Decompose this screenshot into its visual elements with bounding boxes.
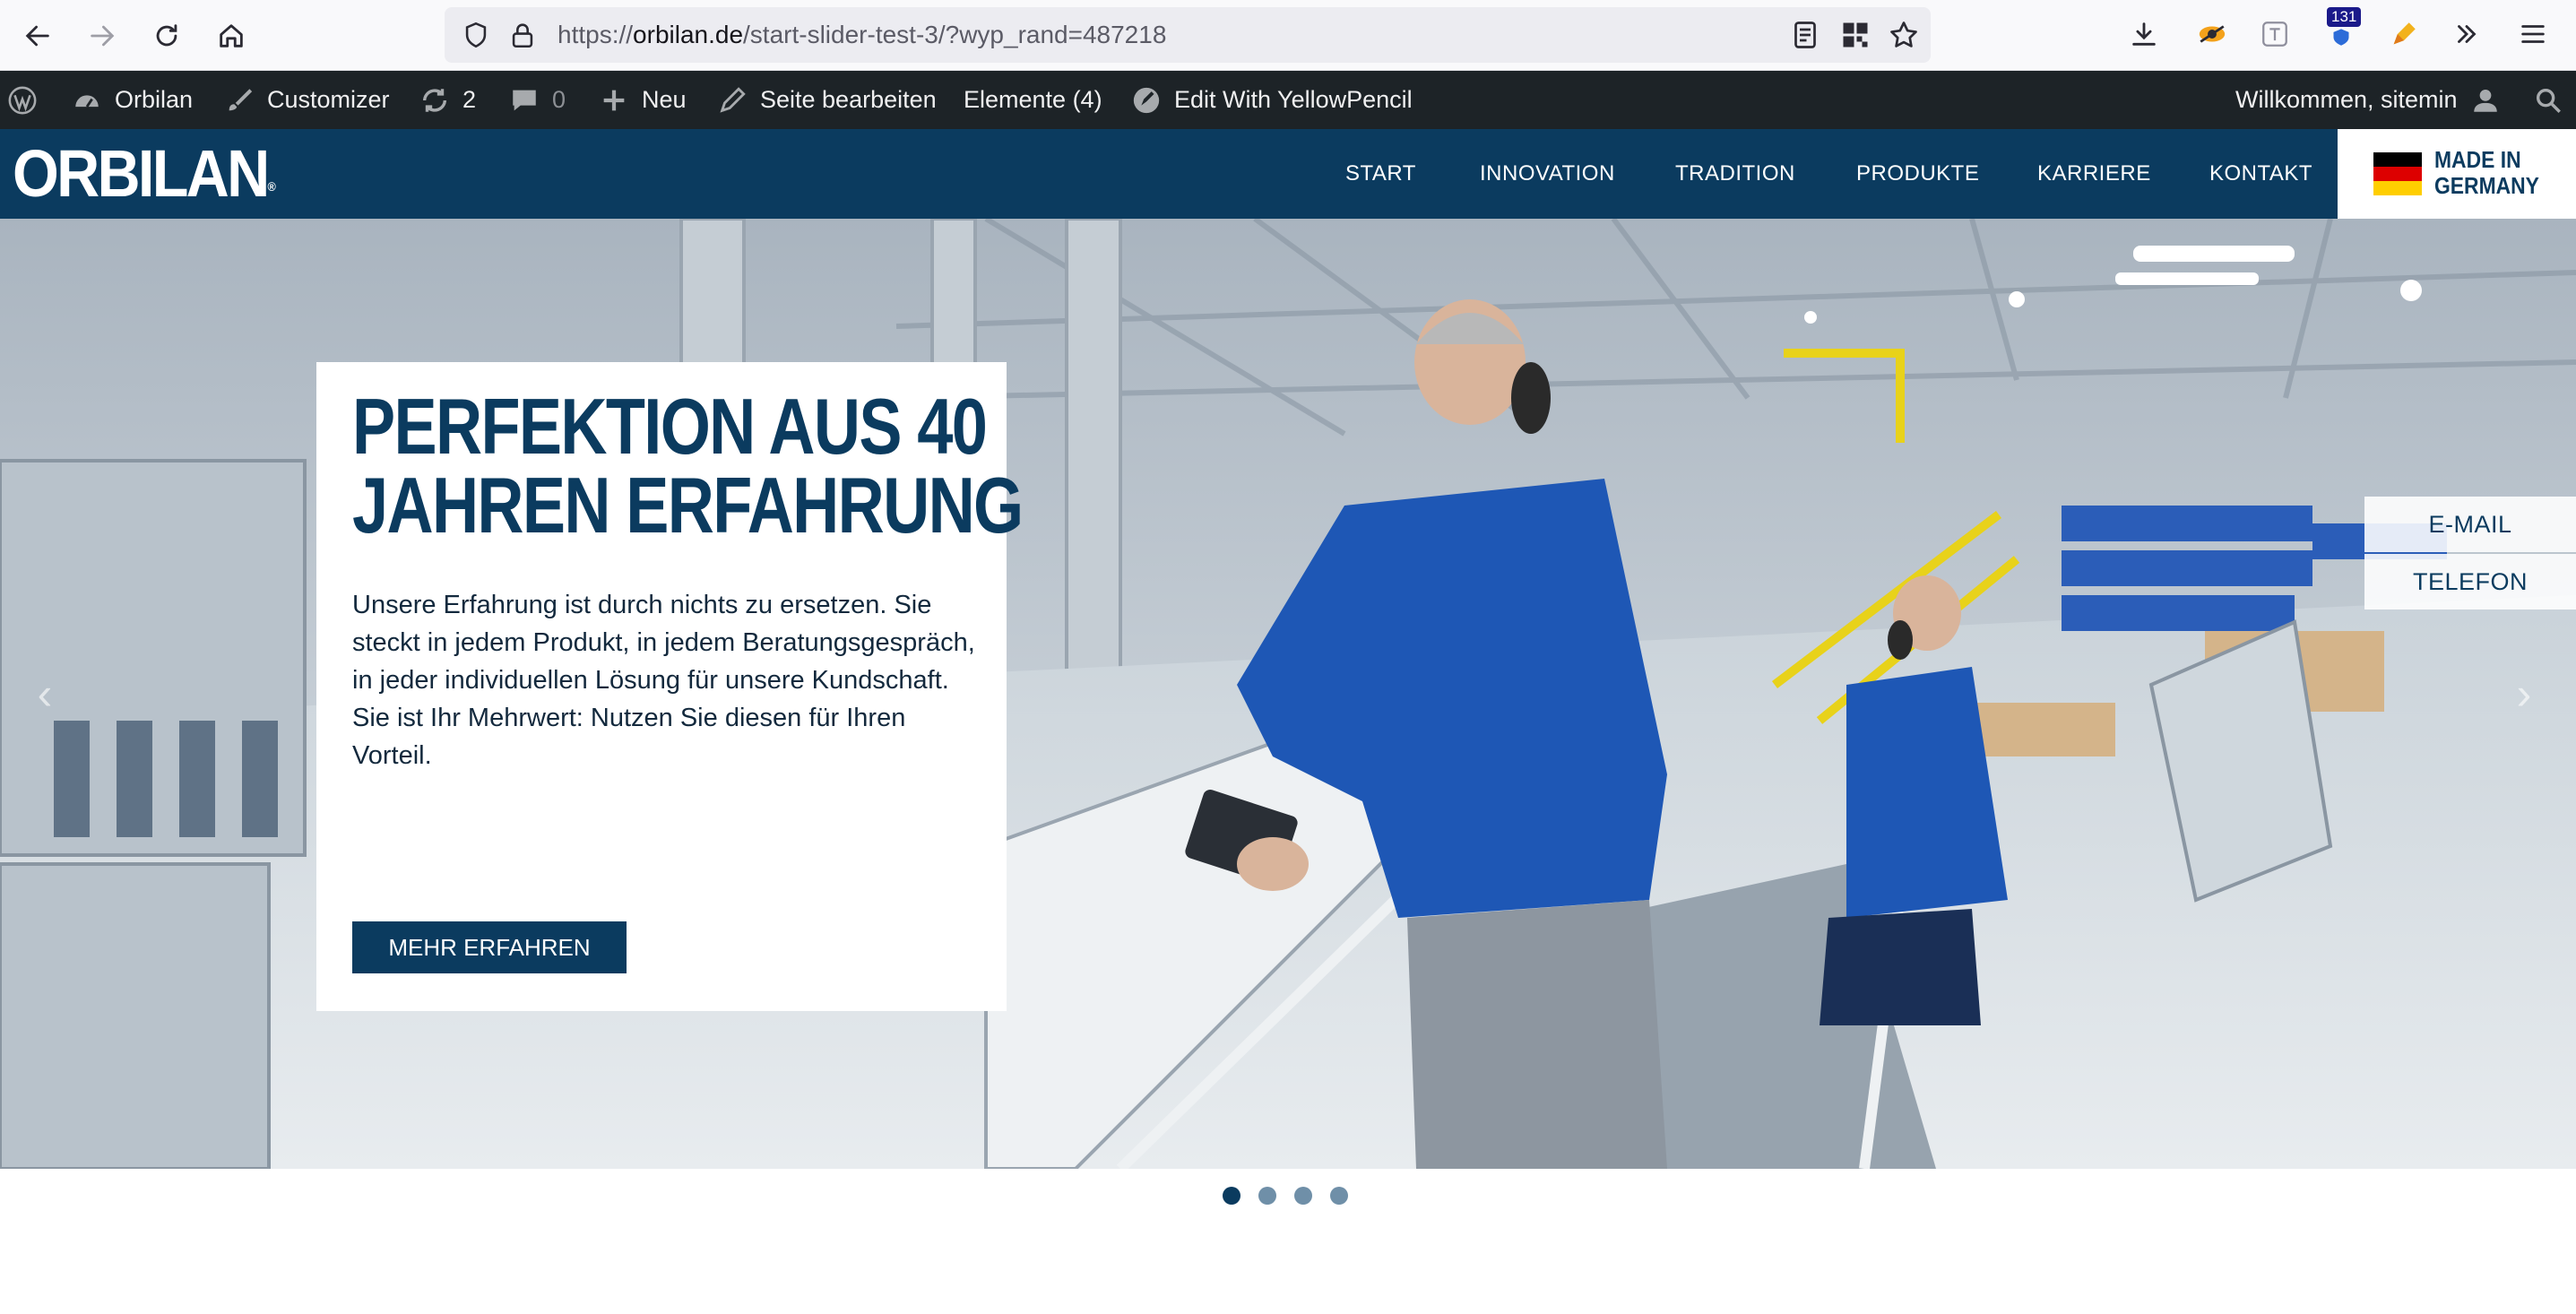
elements-label: Elemente (4) — [964, 86, 1102, 113]
hero-title: PERFEKTION AUS 40 JAHREN ERFAHRUNG — [352, 382, 1024, 549]
url-scheme: https:// — [558, 21, 634, 48]
double-chevron-icon — [2458, 25, 2477, 43]
nav-produkte[interactable]: PRODUKTE — [1856, 129, 1979, 219]
forward-button[interactable] — [84, 18, 120, 54]
made-in-line1: MADE IN — [2434, 146, 2521, 173]
url-path: /start-slider-test-3/?wyp_rand=487218 — [743, 21, 1167, 48]
mehr-erfahren-button[interactable]: MEHR ERFAHREN — [352, 921, 627, 973]
search-icon — [2536, 88, 2561, 113]
site-header: ORBILAN® START INNOVATION TRADITION PROD… — [0, 129, 2576, 219]
wp-new-content[interactable]: Neu — [599, 71, 687, 129]
home-icon — [220, 24, 243, 48]
home-button[interactable] — [213, 18, 249, 54]
more-tools-button[interactable] — [2449, 16, 2485, 52]
hero-title-line2: JAHREN ERFAHRUNG — [352, 461, 1024, 549]
back-button[interactable] — [20, 18, 56, 54]
url-domain: orbilan.de — [633, 21, 744, 48]
address-bar[interactable]: https://orbilan.de/start-slider-test-3/?… — [445, 7, 1931, 63]
wp-comments[interactable]: 0 — [509, 71, 566, 129]
nav-kontakt[interactable]: KONTAKT — [2209, 129, 2312, 219]
reload-button[interactable] — [149, 18, 185, 54]
yellowpencil-icon — [1133, 87, 1160, 113]
hero-slider: PERFEKTION AUS 40 JAHREN ERFAHRUNG Unser… — [0, 219, 2576, 1169]
pencil-extension-icon — [2393, 22, 2416, 45]
yellowpencil-label: Edit With YellowPencil — [1174, 86, 1413, 113]
updates-count: 2 — [462, 86, 477, 113]
download-icon — [2132, 22, 2156, 46]
dashboard-gauge-icon — [75, 94, 99, 108]
downloads-button[interactable] — [2126, 16, 2162, 52]
wp-account[interactable]: Willkommen, sitemin — [2235, 71, 2501, 129]
slider-next-arrow[interactable]: › — [2506, 667, 2542, 721]
wp-yellowpencil[interactable]: Edit With YellowPencil — [1131, 71, 1413, 129]
wp-edit-page[interactable]: Seite bearbeiten — [717, 71, 937, 129]
wp-search[interactable] — [2533, 71, 2576, 129]
site-name-label: Orbilan — [115, 86, 194, 113]
hamburger-icon — [2521, 25, 2545, 43]
slider-dot-3[interactable] — [1294, 1187, 1312, 1205]
extension-button-4[interactable] — [2386, 16, 2422, 52]
back-arrow-icon — [25, 25, 49, 47]
extension-button-1[interactable] — [2194, 16, 2230, 52]
updates-refresh-icon — [422, 88, 447, 112]
wp-logo-menu[interactable] — [7, 71, 50, 129]
tracking-shield-icon[interactable] — [461, 20, 491, 50]
nav-innovation[interactable]: INNOVATION — [1480, 129, 1615, 219]
wp-site-name[interactable]: Orbilan — [72, 71, 193, 129]
extension-button-2[interactable] — [2257, 16, 2293, 52]
wp-updates[interactable]: 2 — [419, 71, 476, 129]
forward-arrow-icon — [91, 25, 115, 47]
wp-elements[interactable]: Elemente (4) — [964, 71, 1102, 129]
lock-icon[interactable] — [507, 20, 538, 50]
paintbrush-icon — [229, 88, 253, 110]
text-t-icon — [2262, 22, 2287, 47]
app-menu-button[interactable] — [2515, 16, 2551, 52]
wordpress-icon — [8, 86, 37, 114]
made-in-germany-text: MADE IN GERMANY — [2434, 147, 2539, 199]
edit-page-label: Seite bearbeiten — [760, 86, 937, 113]
url-text[interactable]: https://orbilan.de/start-slider-test-3/?… — [558, 7, 1166, 63]
hero-title-line1: PERFEKTION AUS 40 — [352, 382, 988, 471]
made-in-line2: GERMANY — [2434, 172, 2539, 199]
extension-badge: 131 — [2327, 7, 2362, 27]
hero-description: Unsere Erfahrung ist durch nichts zu ers… — [352, 591, 975, 770]
comments-count: 0 — [552, 86, 566, 113]
slider-prev-arrow[interactable]: ‹ — [27, 667, 63, 721]
logo-text: ORBILAN — [13, 136, 270, 211]
nav-tradition[interactable]: TRADITION — [1675, 129, 1795, 219]
side-email-tab[interactable]: E-MAIL — [2364, 497, 2576, 552]
nav-start[interactable]: START — [1345, 129, 1416, 219]
nav-karriere[interactable]: KARRIERE — [2037, 129, 2151, 219]
bookmark-star-icon[interactable] — [1888, 19, 1920, 51]
comment-bubble-icon — [513, 90, 536, 110]
german-flag-icon — [2373, 152, 2422, 195]
wp-customizer[interactable]: Customizer — [224, 71, 390, 129]
made-in-germany-badge: MADE IN GERMANY — [2338, 129, 2576, 219]
plus-icon — [603, 90, 625, 110]
slider-dot-1[interactable] — [1223, 1187, 1240, 1205]
new-label: Neu — [642, 86, 687, 113]
qr-code-icon[interactable] — [1839, 19, 1871, 51]
slider-dot-2[interactable] — [1258, 1187, 1276, 1205]
reload-icon — [156, 24, 177, 47]
reader-view-icon[interactable] — [1789, 19, 1821, 51]
user-avatar-icon — [2473, 89, 2497, 112]
pencil-icon — [720, 86, 746, 113]
side-phone-tab[interactable]: TELEFON — [2364, 554, 2576, 609]
wp-admin-bar: Orbilan Customizer 2 0 Neu Seite bearbei… — [0, 71, 2576, 129]
browser-toolbar: https://orbilan.de/start-slider-test-3/?… — [0, 0, 2576, 71]
customizer-label: Customizer — [267, 86, 390, 113]
logo-registered-mark: ® — [267, 179, 276, 194]
site-logo[interactable]: ORBILAN® — [13, 138, 276, 210]
extension-eye-icon — [2199, 25, 2226, 43]
hero-content-box: PERFEKTION AUS 40 JAHREN ERFAHRUNG Unser… — [316, 362, 1024, 1011]
welcome-label: Willkommen, sitemin — [2235, 86, 2458, 113]
slider-dot-4[interactable] — [1330, 1187, 1348, 1205]
